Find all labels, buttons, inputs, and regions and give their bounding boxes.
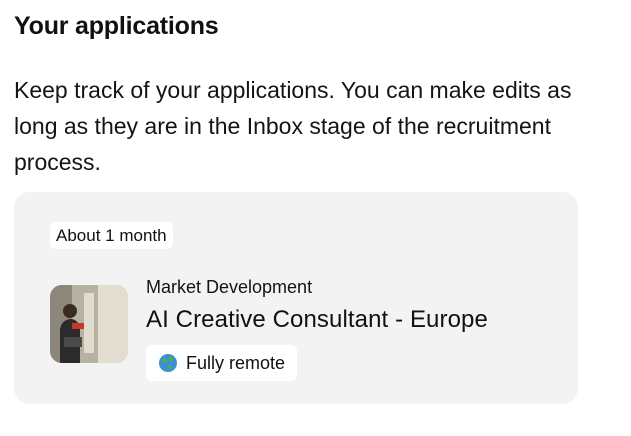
job-department: Market Development — [146, 277, 313, 297]
applications-page: Your applications Keep track of your app… — [0, 0, 631, 436]
location-badge: Fully remote — [146, 345, 298, 381]
application-card[interactable]: About 1 month Market Development AI Crea… — [14, 192, 578, 404]
job-title-link[interactable]: AI Creative Consultant - Europe — [146, 304, 488, 336]
intro-text: Keep track of your applications. You can… — [14, 77, 572, 175]
job-thumbnail — [50, 285, 128, 363]
location-label: Fully remote — [186, 352, 286, 373]
application-age-badge: About 1 month — [50, 222, 173, 249]
globe-icon — [158, 353, 178, 373]
page-title: Your applications — [14, 12, 219, 40]
